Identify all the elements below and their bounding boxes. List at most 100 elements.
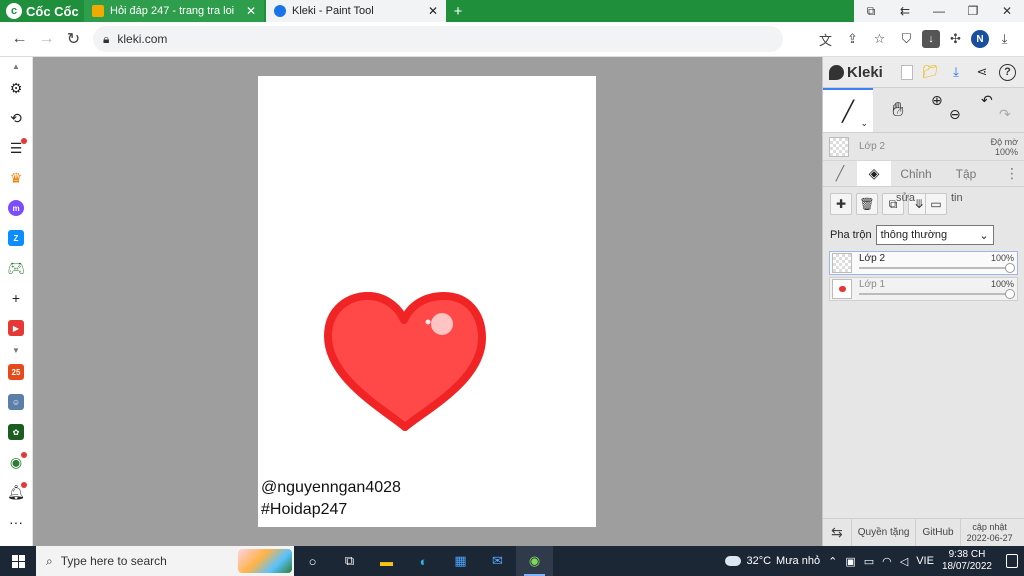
start-button[interactable] bbox=[0, 554, 36, 568]
layer-toolbar: ✚ 🗑︎ ⧉ ⤋ sửa ▭ tin bbox=[823, 187, 1024, 221]
maximize-button[interactable]: ❐ bbox=[956, 0, 990, 22]
chevron-down-icon[interactable]: ⌄ bbox=[860, 118, 868, 129]
reading-list-icon[interactable]: ☰ bbox=[0, 133, 33, 163]
help-icon[interactable]: ? bbox=[999, 63, 1016, 81]
messenger-icon[interactable]: m bbox=[0, 193, 33, 223]
open-folder-icon[interactable]: 📁︎ bbox=[921, 63, 939, 81]
add-layer-button[interactable]: ✚ bbox=[830, 193, 852, 215]
close-window-button[interactable]: ✕ bbox=[990, 0, 1024, 22]
task-view-icon[interactable]: ⧉ bbox=[331, 546, 368, 576]
tray-chevron-up-icon[interactable]: ⌃ bbox=[828, 555, 837, 568]
github-link[interactable]: GitHub bbox=[916, 519, 961, 546]
back-button[interactable]: ← bbox=[6, 30, 33, 48]
lotus-app-icon[interactable]: ✿ bbox=[0, 417, 33, 447]
volume-icon[interactable]: ◁ bbox=[900, 555, 908, 568]
reload-button[interactable]: ↻ bbox=[60, 29, 87, 49]
downloads-icon[interactable]: ⤓ bbox=[993, 28, 1016, 51]
swap-panel-side-icon[interactable]: ⇆ bbox=[823, 519, 852, 546]
history-controls: ↶ ↷ bbox=[973, 88, 1023, 132]
weather-text: Mưa nhỏ bbox=[776, 555, 821, 567]
sidebar-scroll-up-icon[interactable]: ▲ bbox=[0, 59, 33, 73]
back-history-icon[interactable]: ⇇ bbox=[888, 0, 922, 22]
battery-icon[interactable]: ▭ bbox=[864, 555, 874, 568]
zoom-out-icon[interactable]: ⊖ bbox=[949, 106, 961, 123]
cortana-icon[interactable]: ○ bbox=[294, 546, 331, 576]
tab-layers[interactable]: ◈ bbox=[857, 161, 891, 186]
tab-brush-settings[interactable]: ╱ bbox=[823, 161, 857, 186]
opacity-slider-track[interactable] bbox=[859, 267, 1011, 269]
notifications-bell-icon[interactable]: 🔔︎ bbox=[0, 477, 33, 507]
file-explorer-icon[interactable]: ▬ bbox=[368, 546, 405, 576]
extensions-puzzle-icon[interactable]: ✣ bbox=[944, 28, 967, 51]
meet-now-icon[interactable]: ▣ bbox=[845, 555, 855, 568]
new-tab-button[interactable]: + bbox=[448, 0, 468, 22]
bookmark-star-icon[interactable]: ☆ bbox=[868, 28, 891, 51]
sidebar-expand-icon[interactable]: ▼ bbox=[0, 343, 33, 357]
screenshot-icon[interactable]: ⧉ bbox=[854, 0, 888, 22]
rename-layer-icon[interactable]: ▭ bbox=[924, 193, 947, 215]
coccoc-menu-button[interactable]: c Cốc Cốc bbox=[0, 0, 84, 22]
mail-icon[interactable]: ✉ bbox=[479, 546, 516, 576]
donate-link[interactable]: Quyền tặng bbox=[852, 519, 917, 546]
opacity-slider-handle[interactable] bbox=[1005, 263, 1015, 273]
youtube-icon[interactable]: ▶ bbox=[0, 313, 33, 343]
more-options-icon[interactable]: ··· bbox=[0, 507, 33, 537]
anime-app-icon[interactable]: ☺ bbox=[0, 387, 33, 417]
tab-kleki[interactable]: Kleki - Paint Tool ✕ bbox=[266, 0, 446, 22]
tab-file[interactable]: Tập bbox=[941, 161, 991, 186]
zalo-icon[interactable]: Z bbox=[0, 223, 33, 253]
shopping-app-icon[interactable]: 25 bbox=[0, 357, 33, 387]
current-layer-preview[interactable]: Lớp 2 Độ mờ 100% bbox=[823, 133, 1024, 161]
new-image-icon[interactable] bbox=[901, 64, 913, 80]
undo-icon[interactable]: ↶ bbox=[981, 92, 993, 109]
share-icon[interactable]: ⇪ bbox=[841, 28, 864, 51]
address-bar[interactable]: 🔒︎ kleki.com bbox=[93, 26, 783, 52]
delete-layer-icon[interactable]: 🗑︎ bbox=[856, 193, 878, 215]
hashtag-watermark: #Hoidap247 bbox=[261, 501, 348, 518]
close-tab-icon[interactable]: ✕ bbox=[246, 4, 256, 18]
forward-button[interactable]: → bbox=[33, 30, 60, 48]
tab-adjust[interactable]: Chỉnh bbox=[891, 161, 941, 186]
layer-item[interactable]: Lớp 2 100% bbox=[829, 251, 1018, 275]
layer-item[interactable]: Lớp 1 100% bbox=[829, 277, 1018, 301]
zoom-in-icon[interactable]: ⊕ bbox=[931, 92, 943, 109]
coccoc-taskbar-icon[interactable]: ◉ bbox=[516, 546, 553, 576]
blend-mode-select[interactable]: thông thường ⌄ bbox=[875, 225, 994, 245]
tab-hoidap247[interactable]: Hỏi đáp 247 - trang tra loi ✕ bbox=[84, 0, 264, 22]
crown-icon[interactable]: ♛ bbox=[0, 163, 33, 193]
brush-icon: ╱ bbox=[841, 100, 855, 123]
download-extension-icon[interactable]: ↓ bbox=[922, 30, 940, 48]
taskbar-search[interactable]: ⌕ Type here to search bbox=[36, 546, 294, 576]
coccoc-map-icon[interactable]: ◉ bbox=[0, 447, 33, 477]
opacity-slider-track[interactable] bbox=[859, 293, 1011, 295]
add-sidebar-app-icon[interactable]: + bbox=[0, 283, 33, 313]
store-icon[interactable]: ▦ bbox=[442, 546, 479, 576]
brush-tool-button[interactable]: ╱ ⌄ bbox=[823, 88, 873, 132]
weather-widget[interactable]: 32°C Mưa nhỏ bbox=[725, 555, 820, 567]
history-icon[interactable]: ⟲ bbox=[0, 103, 33, 133]
save-download-icon[interactable]: ⤓ bbox=[947, 63, 965, 81]
more-menu-icon[interactable]: ⋮ bbox=[1000, 161, 1024, 186]
redo-icon[interactable]: ↷ bbox=[999, 106, 1011, 123]
kleki-logo[interactable]: Kleki bbox=[829, 64, 893, 81]
notification-center-icon[interactable] bbox=[1006, 554, 1018, 568]
shield-icon[interactable]: ⛉ bbox=[895, 28, 918, 51]
drawing-workspace[interactable]: @nguyenngan4028 #Hoidap247 bbox=[33, 57, 822, 546]
game-controller-icon[interactable]: 🎮︎ bbox=[0, 253, 33, 283]
profile-avatar[interactable]: N bbox=[971, 30, 989, 48]
minimize-button[interactable]: — bbox=[922, 0, 956, 22]
edge-icon[interactable]: ◐ bbox=[405, 546, 442, 576]
drawing-canvas[interactable]: @nguyenngan4028 #Hoidap247 bbox=[258, 76, 596, 527]
close-tab-icon[interactable]: ✕ bbox=[428, 4, 438, 18]
translate-icon[interactable]: 文 bbox=[814, 28, 837, 51]
share-icon[interactable]: ⋖ bbox=[973, 63, 991, 81]
wifi-icon[interactable]: ◠ bbox=[882, 555, 892, 568]
changelog-link[interactable]: cập nhật 2022-06-27 bbox=[961, 519, 1019, 546]
hand-tool-button[interactable]: ✋︎ bbox=[873, 88, 923, 132]
extension-toolbar: 文 ⇪ ☆ ⛉ ↓ ✣ N ⤓ bbox=[814, 28, 1024, 51]
opacity-slider-handle[interactable] bbox=[1005, 289, 1015, 299]
language-indicator[interactable]: VIE bbox=[916, 555, 934, 567]
clock[interactable]: 9:38 CH 18/07/2022 bbox=[942, 549, 992, 573]
kleki-logo-icon bbox=[829, 64, 844, 80]
settings-gear-icon[interactable]: ⚙ bbox=[0, 73, 33, 103]
